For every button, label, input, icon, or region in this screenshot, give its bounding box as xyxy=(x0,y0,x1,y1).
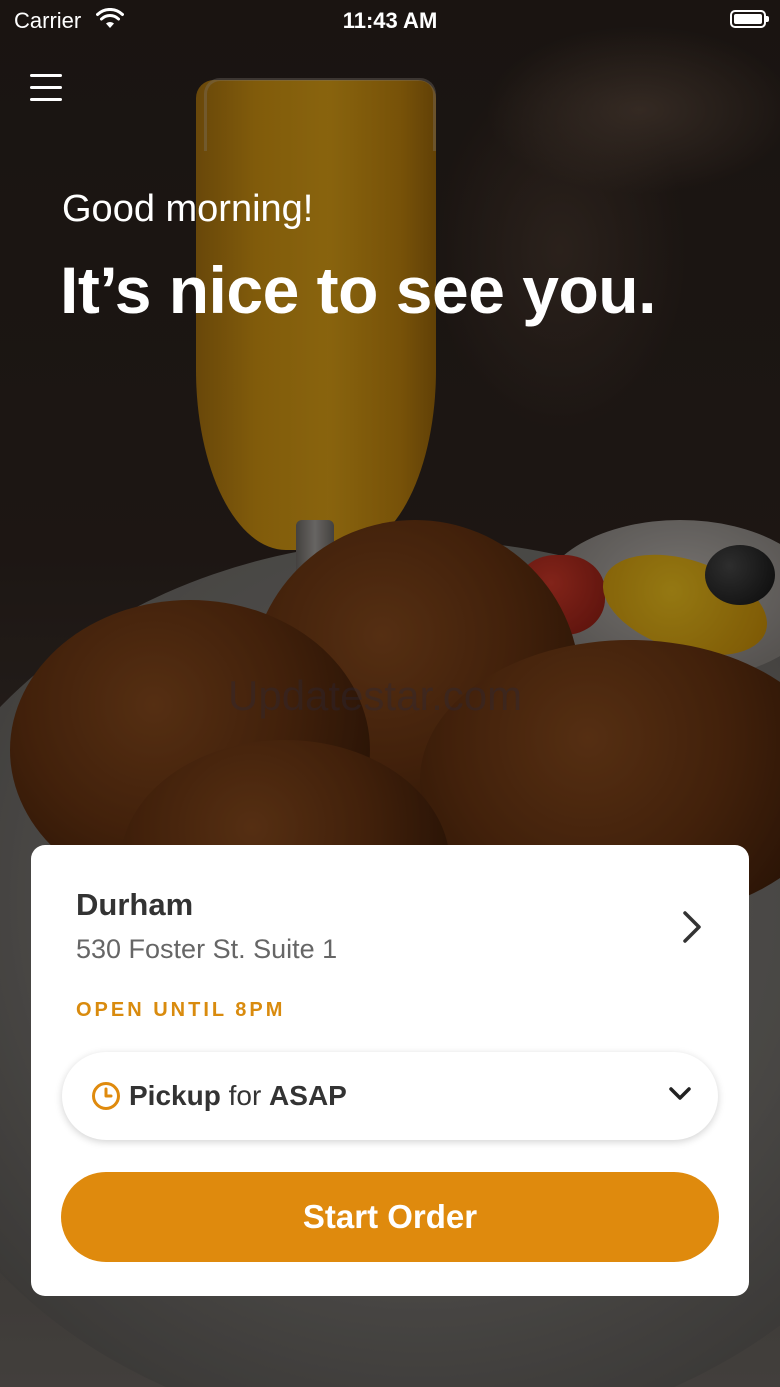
open-hours-label: OPEN UNTIL 8PM xyxy=(76,999,286,1021)
pickup-label: Pickup for ASAP xyxy=(129,1080,347,1112)
hamburger-menu-icon[interactable] xyxy=(30,74,62,104)
battery-icon xyxy=(730,10,769,28)
start-order-button[interactable]: Start Order xyxy=(61,1172,719,1262)
location-name: Durham xyxy=(76,887,194,922)
order-connector: for xyxy=(220,1080,270,1111)
pickup-time-selector[interactable]: Pickup for ASAP xyxy=(62,1052,718,1140)
location-address: 530 Foster St. Suite 1 xyxy=(76,934,338,964)
clock-icon xyxy=(92,1082,120,1110)
chevron-down-icon xyxy=(669,1087,691,1100)
status-time: 11:43 AM xyxy=(342,8,438,33)
status-bar: Carrier 11:43 AM xyxy=(0,0,780,40)
order-time: ASAP xyxy=(269,1080,347,1111)
watermark: Updatestar.com xyxy=(228,672,523,719)
greeting-text: Good morning! xyxy=(62,188,314,230)
order-mode: Pickup xyxy=(129,1080,221,1111)
chevron-right-icon[interactable] xyxy=(675,907,707,947)
headline-text: It’s nice to see you. xyxy=(60,253,656,327)
location-card: Durham 530 Foster St. Suite 1 OPEN UNTIL… xyxy=(31,845,749,1296)
